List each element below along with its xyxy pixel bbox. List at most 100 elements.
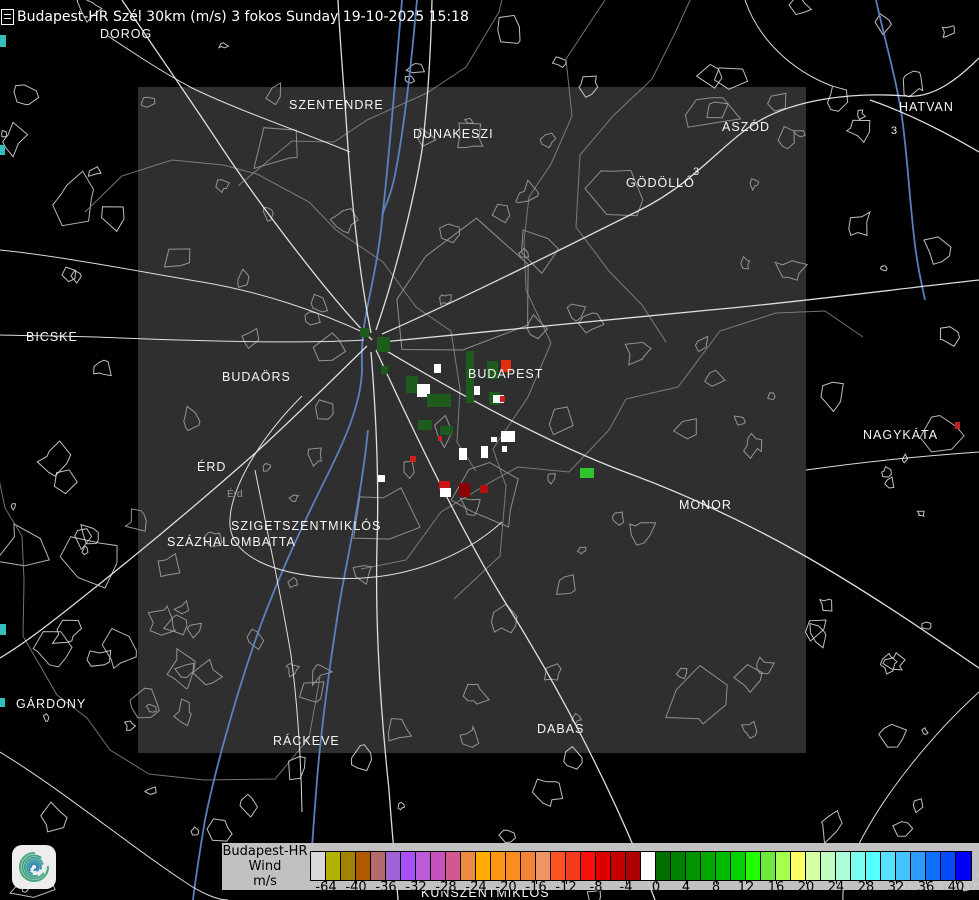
legend-tick-label: -12 [555,880,576,895]
legend-color-cell [551,852,566,880]
legend-color-cell [326,852,341,880]
city-label: BICSKE [26,330,78,344]
radar-echo [377,337,390,352]
legend-color-cell [851,852,866,880]
legend-tick-label: -36 [375,880,396,895]
radar-echo [440,488,451,497]
legend-tick-label: 16 [768,880,785,895]
legend-color-cell [881,852,896,880]
legend-tick-label: -24 [465,880,486,895]
legend-color-cell [716,852,731,880]
radar-echo [500,396,505,402]
legend-color-cell [911,852,926,880]
legend-tick-label: 32 [888,880,905,895]
radar-coverage-area [138,87,806,753]
radar-echo [438,436,442,441]
city-label: ASZÓD [722,119,770,134]
legend-color-cell [461,852,476,880]
legend-color-cell [431,852,446,880]
legend-source-label: Budapest-HR [222,844,308,859]
radar-echo [0,698,5,707]
legend-tick-label: 36 [918,880,935,895]
legend-tick-label: 0 [652,880,660,895]
city-label: RÁCKEVE [273,733,340,748]
legend-tick-label: -64 [315,880,336,895]
radar-echo [502,446,507,452]
radar-echo [427,394,451,407]
legend-color-cell [506,852,521,880]
legend-color-cell [341,852,356,880]
radar-echo [480,485,488,493]
legend-color-cell [776,852,791,880]
city-label: DABAS [537,722,584,736]
wind-color-legend: Budapest-HR Wind m/s -64-40-36-32-28-24-… [222,843,979,890]
radar-echo [955,422,960,429]
legend-color-cell [491,852,506,880]
legend-color-cell [356,852,371,880]
legend-caption: Budapest-HR Wind m/s [222,844,308,889]
legend-color-cell [446,852,461,880]
radar-echo [440,426,453,435]
radar-echo [491,437,497,442]
city-label: SZÁZHALOMBATTA [167,534,296,549]
legend-tick-label: 12 [738,880,755,895]
radar-echo [481,446,488,458]
city-label: DOROG [100,27,152,41]
legend-color-cell [926,852,941,880]
legend-color-cell [956,852,971,880]
legend-color-cell [731,852,746,880]
city-label: BUDAPEST [468,367,543,381]
legend-color-cell [611,852,626,880]
city-label: BUDAÖRS [222,370,291,384]
legend-color-cell [941,852,956,880]
legend-tick-label: 20 [798,880,815,895]
legend-color-cell [791,852,806,880]
legend-tick-label: -16 [525,880,546,895]
radar-echo [410,456,416,462]
legend-color-bar [310,851,972,881]
city-label: ÉRD [197,459,226,474]
city-label: GÖDÖLLŐ [626,175,695,190]
city-label: MONOR [679,498,732,512]
city-label: NAGYKÁTA [863,427,938,442]
city-label: DUNAKESZI [413,127,494,141]
legend-color-cell [401,852,416,880]
radar-echo [580,468,594,478]
minor-place-label: Érd [227,487,243,500]
legend-tick-label: 40 [948,880,965,895]
met-swirl-logo-icon [11,844,57,890]
city-label: HATVAN [899,100,954,114]
radar-echo [378,475,385,482]
legend-unit-label: m/s [222,874,308,889]
legend-color-cell [746,852,761,880]
legend-tick-label: -8 [590,880,603,895]
page-title: Budapest-HR Szél 30km (m/s) 3 fokos Sund… [17,9,469,25]
title-bar: Budapest-HR Szél 30km (m/s) 3 fokos Sund… [0,6,469,28]
legend-quantity-label: Wind [222,859,308,874]
radar-echo [501,431,515,442]
legend-color-cell [686,852,701,880]
legend-color-cell [836,852,851,880]
legend-color-cell [641,852,656,880]
legend-color-cell [581,852,596,880]
legend-color-cell [626,852,641,880]
radar-echo [434,364,441,373]
city-label: SZIGETSZENTMIKLÓS [231,518,381,533]
radar-echo [406,376,418,393]
legend-tick-label: -4 [620,880,633,895]
radar-echo [0,624,6,635]
legend-tick-label: -28 [435,880,456,895]
radar-echo [459,448,467,460]
legend-color-cell [521,852,536,880]
radar-echo [474,386,480,395]
legend-color-cell [701,852,716,880]
radar-echo [381,366,388,374]
road-number-label: 3 [693,166,699,178]
legend-tick-label: -20 [495,880,516,895]
legend-color-cell [671,852,686,880]
legend-tick-label: 8 [712,880,720,895]
radar-map-canvas: DOROGSZENTENDREDUNAKESZIASZÓDGÖDÖLLŐHATV… [0,0,979,900]
legend-color-cell [596,852,611,880]
radar-echo [360,328,369,337]
city-label: GÁRDONY [16,696,86,711]
